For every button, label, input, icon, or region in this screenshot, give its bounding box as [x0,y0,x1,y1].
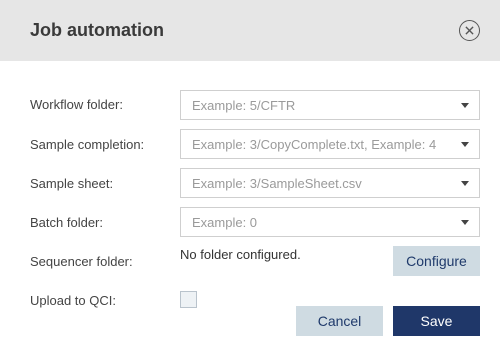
configure-button[interactable]: Configure [393,246,480,276]
batch-folder-select[interactable]: Example: 0 [180,207,480,237]
workflow-folder-placeholder: Example: 5/CFTR [192,98,296,113]
sequencer-folder-label: Sequencer folder: [30,254,133,269]
workflow-folder-label: Workflow folder: [30,97,123,112]
dialog-title: Job automation [30,20,164,40]
cancel-button[interactable]: Cancel [296,306,383,336]
chevron-down-icon [461,220,469,225]
dialog-header: Job automation [0,0,500,61]
sample-completion-select[interactable]: Example: 3/CopyComplete.txt, Example: 4 [180,129,480,159]
close-button[interactable] [459,20,480,41]
batch-folder-label: Batch folder: [30,215,103,230]
save-button[interactable]: Save [393,306,480,336]
sample-completion-label: Sample completion: [30,137,145,152]
sample-sheet-select[interactable]: Example: 3/SampleSheet.csv [180,168,480,198]
sample-sheet-label: Sample sheet: [30,176,114,191]
sequencer-folder-status: No folder configured. [180,247,301,262]
sample-sheet-placeholder: Example: 3/SampleSheet.csv [192,176,362,191]
chevron-down-icon [461,181,469,186]
batch-folder-placeholder: Example: 0 [192,215,258,230]
workflow-folder-select[interactable]: Example: 5/CFTR [180,90,480,120]
upload-qci-checkbox[interactable] [180,291,197,308]
sample-completion-placeholder: Example: 3/CopyComplete.txt, Example: 4 [192,137,437,152]
upload-qci-label: Upload to QCI: [30,293,116,308]
close-icon [465,26,474,35]
chevron-down-icon [461,142,469,147]
chevron-down-icon [461,103,469,108]
